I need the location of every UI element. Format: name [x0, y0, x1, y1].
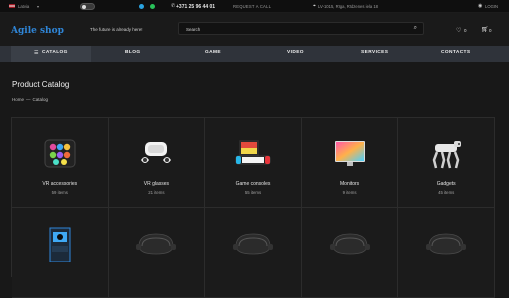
- category-card-vr-arcade[interactable]: [12, 208, 109, 298]
- category-card-vr-accessories[interactable]: VR accessories 59 items: [12, 118, 109, 208]
- nav-item-video[interactable]: VIDEO: [287, 50, 304, 55]
- menu-icon: ☰: [34, 50, 39, 56]
- heart-icon[interactable]: ♡: [456, 27, 461, 34]
- category-name: Game consoles: [235, 181, 271, 187]
- theme-toggle[interactable]: [80, 3, 95, 10]
- category-grid: VR accessories 59 items VR glasses 21 it…: [11, 117, 495, 298]
- chevron-down-icon: ▾: [37, 4, 40, 9]
- vr-headset-image: [136, 233, 177, 255]
- category-name: VR accessories: [42, 181, 78, 187]
- top-utility-bar: Latvia ▾ ✆ +371 25 96 44 01 REQUEST A CA…: [0, 0, 509, 13]
- vr-arcade-machine-image: [49, 227, 71, 262]
- main-nav: ☰ CATALOG BLOG GAME VIDEO SERVICES CONTA…: [0, 46, 509, 62]
- nav-item-blog[interactable]: BLOG: [125, 50, 140, 55]
- breadcrumb-current: Catalog: [32, 97, 49, 102]
- category-count: 21 items: [148, 190, 165, 195]
- site-header: Agile shop The future is already here! S…: [0, 13, 509, 46]
- category-card-vr-headset[interactable]: [205, 208, 302, 298]
- page-title: Product Catalog: [12, 80, 70, 89]
- nav-item-contacts[interactable]: CONTACTS: [441, 50, 471, 55]
- vr-glasses-image: [141, 142, 172, 163]
- search-icon[interactable]: ⌕: [414, 25, 417, 32]
- cart-count: 0: [489, 28, 492, 33]
- category-name: Gadgets: [436, 181, 456, 187]
- store-address[interactable]: LV-1015, Rīga, Rīdzenes iela 18: [318, 4, 378, 9]
- vr-accessories-image: [44, 139, 76, 168]
- location-pin-icon: ⌖: [313, 3, 316, 9]
- category-card-vr-headset[interactable]: [398, 208, 495, 298]
- phone-number[interactable]: +371 25 96 44 01: [176, 4, 215, 10]
- phone-icon: ✆: [171, 3, 176, 9]
- cart-icon[interactable]: 🛒︎: [481, 26, 489, 33]
- category-card-monitors[interactable]: Monitors 9 items: [301, 118, 399, 208]
- breadcrumb-home[interactable]: Home: [12, 97, 24, 102]
- country-selector[interactable]: Latvia: [18, 4, 29, 9]
- user-icon[interactable]: ◉: [478, 3, 482, 9]
- search-placeholder: Search: [186, 26, 201, 32]
- category-card-vr-headset[interactable]: [108, 208, 206, 298]
- site-logo[interactable]: Agile shop: [11, 26, 64, 36]
- robot-dog-image: [432, 141, 462, 169]
- category-card-vr-headset[interactable]: [301, 208, 399, 298]
- vr-headset-image: [329, 233, 370, 255]
- search-input[interactable]: Search ⌕: [178, 22, 424, 35]
- category-name: Monitors: [340, 181, 360, 187]
- wishlist-count: 0: [464, 28, 467, 33]
- request-call-link[interactable]: REQUEST A CALL: [233, 4, 271, 9]
- vr-headset-image: [232, 233, 273, 255]
- catalog-label: CATALOG: [42, 50, 68, 56]
- latvia-flag-icon: [9, 4, 15, 8]
- category-card-gadgets[interactable]: Gadgets 45 items: [398, 118, 495, 208]
- breadcrumb: Home — Catalog: [12, 97, 48, 102]
- category-count: 55 items: [244, 190, 262, 195]
- monitor-image: [334, 141, 365, 166]
- toggle-knob: [82, 5, 86, 9]
- category-count: 9 items: [342, 190, 357, 195]
- nav-item-game[interactable]: GAME: [205, 50, 221, 55]
- tagline: The future is already here!: [90, 27, 143, 32]
- game-consoles-image: [235, 140, 271, 165]
- whatsapp-icon[interactable]: [150, 4, 155, 9]
- vr-headset-image: [426, 233, 467, 255]
- category-count: 45 items: [438, 190, 455, 195]
- catalog-menu-button[interactable]: ☰ CATALOG: [11, 46, 91, 62]
- login-link[interactable]: LOGIN: [485, 4, 498, 9]
- telegram-icon[interactable]: [139, 4, 144, 9]
- breadcrumb-separator: —: [26, 97, 31, 102]
- category-count: 59 items: [51, 190, 68, 195]
- category-card-game-consoles[interactable]: Game consoles 55 items: [205, 118, 302, 208]
- category-card-vr-glasses[interactable]: VR glasses 21 items: [108, 118, 206, 208]
- nav-item-services[interactable]: SERVICES: [361, 50, 388, 55]
- category-name: VR glasses: [143, 181, 170, 187]
